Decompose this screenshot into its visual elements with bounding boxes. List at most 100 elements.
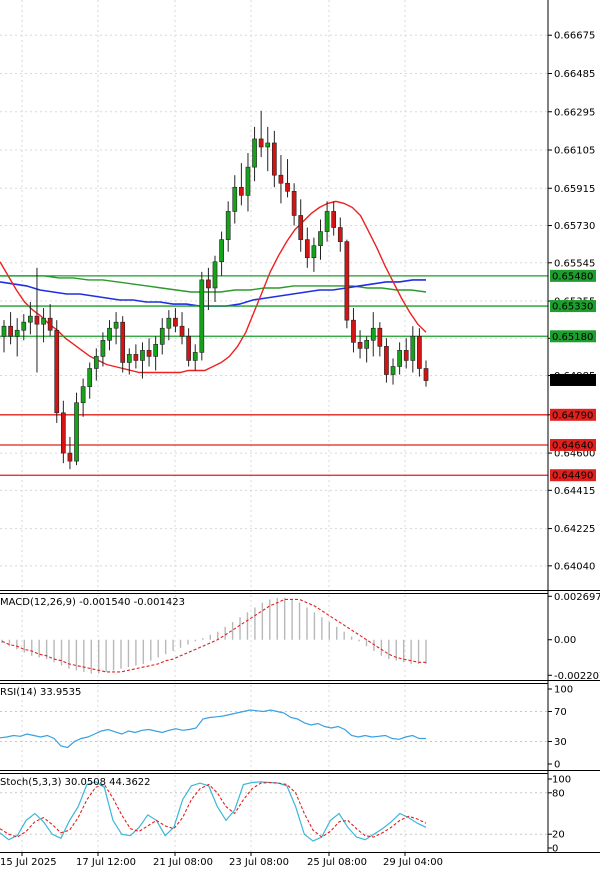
candle-body[interactable] bbox=[1, 325, 7, 337]
price-tick-label: 0.65915 bbox=[554, 184, 595, 195]
candle-body[interactable] bbox=[423, 368, 429, 381]
candle-body[interactable] bbox=[80, 386, 86, 404]
candle-body[interactable] bbox=[324, 211, 330, 232]
macd-signal-line bbox=[1, 598, 426, 673]
candle-body[interactable] bbox=[100, 340, 106, 357]
candle-body[interactable] bbox=[153, 344, 159, 357]
candle-body[interactable] bbox=[87, 368, 93, 387]
candle-body[interactable] bbox=[364, 340, 370, 349]
candle-body[interactable] bbox=[331, 211, 337, 228]
price-panel[interactable]: 0.66675 0.66485 0.66295 0.66105 0.65915 0.657… bbox=[0, 0, 596, 852]
candle-body[interactable] bbox=[34, 315, 40, 325]
stoch-tick-label: 20 bbox=[552, 830, 565, 841]
candle-body[interactable] bbox=[120, 321, 126, 363]
level-price-label: 0.65180 bbox=[552, 332, 593, 343]
price-tick-label: 0.64225 bbox=[554, 524, 595, 535]
price-tick-label: 0.66675 bbox=[554, 31, 595, 42]
time-tick-label: 23 Jul 08:00 bbox=[229, 857, 289, 868]
candle-body[interactable] bbox=[8, 325, 13, 337]
candle-body[interactable] bbox=[397, 350, 402, 367]
candle-body[interactable] bbox=[159, 327, 165, 345]
candle-body[interactable] bbox=[291, 190, 297, 216]
candle-body[interactable] bbox=[41, 317, 46, 325]
rsi-line bbox=[0, 709, 426, 749]
time-tick-label: 15 Jul 2025 bbox=[0, 857, 57, 868]
candle-body[interactable] bbox=[298, 215, 304, 240]
candle-body[interactable] bbox=[219, 239, 224, 263]
rsi-tick-label: 70 bbox=[554, 707, 567, 718]
candle-body[interactable] bbox=[173, 317, 178, 327]
candle-body[interactable] bbox=[410, 335, 416, 361]
candle-body[interactable] bbox=[199, 279, 205, 353]
candle-body[interactable] bbox=[206, 279, 211, 289]
candle-body[interactable] bbox=[54, 329, 60, 414]
candle-body[interactable] bbox=[14, 329, 20, 337]
macd-tick-label: 0.00 bbox=[554, 635, 576, 646]
candle-body[interactable] bbox=[271, 142, 277, 176]
candle-body[interactable] bbox=[311, 245, 317, 259]
macd-title: MACD(12,26,9) -0.001540 -0.001423 bbox=[0, 597, 185, 608]
candle-body[interactable] bbox=[377, 327, 383, 347]
candle-body[interactable] bbox=[113, 321, 119, 329]
level-price-label: 0.64790 bbox=[552, 410, 593, 421]
candle-body[interactable] bbox=[166, 317, 172, 329]
stoch-tick-label: 100 bbox=[552, 775, 571, 786]
candle-body[interactable] bbox=[278, 174, 284, 184]
stoch-d-line bbox=[0, 781, 427, 838]
level-price-label: 0.64640 bbox=[552, 441, 593, 452]
candle-body[interactable] bbox=[28, 315, 33, 323]
time-tick-label: 21 Jul 08:00 bbox=[153, 857, 213, 868]
candle-body[interactable] bbox=[192, 352, 198, 361]
candle-body[interactable] bbox=[403, 350, 409, 361]
stoch-panel[interactable]: 10080200Stoch(5,3,3) 30.0508 44.3622 bbox=[0, 775, 571, 855]
candle-body[interactable] bbox=[212, 261, 218, 289]
candle-body[interactable] bbox=[252, 138, 257, 168]
price-tick-label: 0.66295 bbox=[554, 107, 595, 118]
candle-body[interactable] bbox=[318, 231, 323, 246]
level-price-label: 0.64490 bbox=[552, 471, 593, 482]
candle-body[interactable] bbox=[285, 182, 290, 192]
candle-body[interactable] bbox=[258, 138, 264, 148]
candle-body[interactable] bbox=[179, 325, 185, 337]
candle-body[interactable] bbox=[60, 412, 66, 454]
price-tick-label: 0.66105 bbox=[554, 146, 595, 157]
stoch-tick-label: 80 bbox=[552, 788, 565, 799]
candle-body[interactable] bbox=[146, 350, 152, 357]
candle-body[interactable] bbox=[390, 366, 396, 375]
time-tick-label: 25 Jul 08:00 bbox=[307, 857, 367, 868]
candle-body[interactable] bbox=[239, 186, 244, 196]
rsi-panel[interactable]: 100 70 30 0 RSI(14) 33.9535 bbox=[0, 685, 573, 771]
time-tick-label: 17 Jul 12:00 bbox=[76, 857, 136, 868]
candle-body[interactable] bbox=[126, 354, 132, 363]
candle-body[interactable] bbox=[74, 402, 79, 462]
candle-body[interactable] bbox=[140, 350, 145, 361]
candle-body[interactable] bbox=[384, 346, 389, 375]
candle-body[interactable] bbox=[417, 335, 422, 369]
candle-body[interactable] bbox=[337, 227, 343, 242]
candle-body[interactable] bbox=[304, 239, 310, 259]
candle-body[interactable] bbox=[370, 327, 376, 341]
candle-body[interactable] bbox=[93, 356, 99, 369]
price-tick-label: 0.64415 bbox=[554, 486, 595, 497]
candle-body[interactable] bbox=[232, 186, 238, 212]
macd-tick-label: 0.002697 bbox=[554, 592, 600, 603]
candle-body[interactable] bbox=[265, 142, 271, 148]
price-tick-label: 0.64040 bbox=[554, 561, 595, 572]
rsi-tick-label: 30 bbox=[554, 737, 567, 748]
candle-body[interactable] bbox=[67, 452, 73, 462]
candle-body[interactable] bbox=[107, 327, 112, 341]
time-axis: 15 Jul 2025 17 Jul 12:00 21 Jul 08:00 23 Ju… bbox=[0, 852, 443, 868]
current-price-label: 0.64963 bbox=[552, 375, 593, 386]
candle-body[interactable] bbox=[21, 321, 27, 331]
candle-body[interactable] bbox=[357, 342, 363, 349]
candle-body[interactable] bbox=[133, 354, 139, 361]
candle-body[interactable] bbox=[186, 335, 191, 361]
candle-body[interactable] bbox=[351, 319, 356, 343]
candle-body[interactable] bbox=[245, 166, 251, 196]
rsi-title: RSI(14) 33.9535 bbox=[0, 687, 81, 698]
candle-body[interactable] bbox=[47, 317, 53, 331]
trading-chart: 0.66675 0.66485 0.66295 0.66105 0.65915 0.657… bbox=[0, 0, 600, 868]
candle-body[interactable] bbox=[225, 211, 231, 240]
macd-panel[interactable]: 0.0026970.00-0.002207MACD(12,26,9) -0.00… bbox=[0, 592, 600, 682]
candle-body[interactable] bbox=[344, 241, 350, 321]
